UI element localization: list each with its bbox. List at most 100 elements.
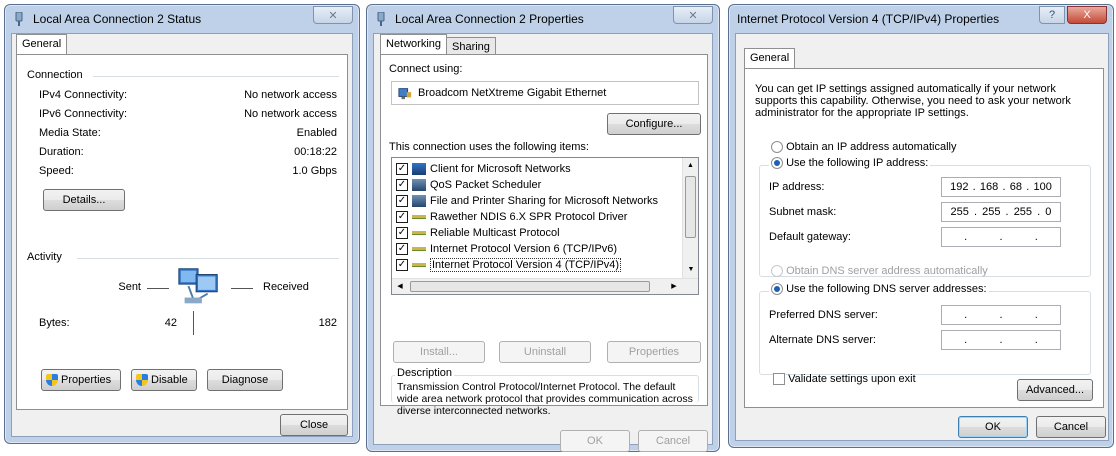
network-adapter-icon (398, 88, 412, 100)
status-client: General Connection IPv4 Connectivity: No… (11, 33, 353, 437)
list-item-selected[interactable]: ✓ Internet Protocol Version 4 (TCP/IPv4) (396, 257, 622, 273)
item-label: File and Printer Sharing for Microsoft N… (430, 195, 659, 207)
validate-label: Validate settings upon exit (788, 373, 916, 385)
list-item[interactable]: ✓ File and Printer Sharing for Microsoft … (396, 193, 658, 209)
tab-networking[interactable]: Networking (380, 34, 448, 54)
horizontal-scrollbar[interactable]: ◀ ▶ (392, 278, 698, 294)
scroll-down-icon[interactable]: ▼ (683, 262, 699, 278)
radio-button[interactable] (771, 265, 783, 278)
scroll-up-icon[interactable]: ▲ (683, 158, 698, 174)
checkbox[interactable] (773, 373, 785, 386)
scroll-thumb[interactable] (410, 281, 650, 292)
list-item[interactable]: ✓ Reliable Multicast Protocol (396, 225, 560, 241)
tab-general[interactable]: General (16, 34, 68, 54)
window-title: Internet Protocol Version 4 (TCP/IPv4) P… (737, 12, 1000, 26)
properties-titlebar[interactable]: Local Area Connection 2 Properties (367, 5, 719, 33)
checkbox[interactable]: ✓ (396, 243, 408, 255)
ip-address-field[interactable]: 192. 168. 68. 100 (941, 177, 1061, 197)
list-item[interactable]: ✓ Rawether NDIS 6.X SPR Protocol Driver (396, 209, 627, 225)
close-button[interactable]: Close (280, 414, 348, 436)
obtain-dns-auto-option[interactable]: Obtain DNS server address automatically (771, 265, 988, 278)
details-button[interactable]: Details... (43, 189, 125, 211)
gateway-label: Default gateway: (769, 231, 851, 243)
items-list[interactable]: ✓ Client for Microsoft Networks ✓ QoS Pack… (391, 157, 699, 295)
list-item[interactable]: ✓ Client for Microsoft Networks (396, 161, 571, 177)
sent-label: Sent (118, 281, 141, 293)
connection-divider (93, 76, 339, 77)
use-dns-label: Use the following DNS server addresses: (786, 283, 987, 295)
close-icon[interactable]: ✕ (313, 6, 353, 24)
media-state-label: Media State: (39, 127, 101, 139)
diagnose-button[interactable]: Diagnose (207, 369, 283, 391)
cancel-button[interactable]: Cancel (638, 430, 708, 452)
checkbox[interactable]: ✓ (396, 179, 408, 191)
install-button[interactable]: Install... (393, 341, 485, 363)
ok-button[interactable]: OK (560, 430, 630, 452)
status-titlebar[interactable]: Local Area Connection 2 Status (5, 5, 359, 33)
uninstall-button[interactable]: Uninstall (499, 341, 591, 363)
vertical-scrollbar[interactable]: ▲ ▼ (682, 158, 698, 278)
disable-button[interactable]: Disable (131, 369, 197, 391)
checkbox[interactable]: ✓ (396, 211, 408, 223)
properties-window: Local Area Connection 2 Properties ✕ Net… (366, 4, 720, 452)
checkbox[interactable]: ✓ (396, 163, 408, 175)
use-ip-option[interactable]: Use the following IP address: (769, 157, 931, 170)
alternate-dns-label: Alternate DNS server: (769, 334, 876, 346)
shield-icon (136, 374, 148, 386)
activity-heading: Activity (27, 251, 62, 263)
configure-button[interactable]: Configure... (607, 113, 701, 135)
ipv6-connectivity-label: IPv6 Connectivity: (39, 108, 128, 120)
use-dns-option[interactable]: Use the following DNS server addresses: (769, 283, 989, 296)
checkbox[interactable]: ✓ (396, 259, 408, 271)
bytes-received-value: 182 (318, 317, 337, 329)
ipv4-client: General You can get IP settings assigned… (735, 33, 1109, 441)
gateway-field[interactable]: ... (941, 227, 1061, 247)
advanced-button[interactable]: Advanced... (1017, 379, 1093, 401)
cancel-button[interactable]: Cancel (1036, 416, 1106, 438)
preferred-dns-field[interactable]: ... (941, 305, 1061, 325)
description-text: Transmission Control Protocol/Internet P… (397, 381, 693, 417)
radio-button[interactable] (771, 157, 783, 170)
obtain-ip-auto-label: Obtain an IP address automatically (786, 141, 957, 153)
obtain-ip-auto-option[interactable]: Obtain an IP address automatically (771, 141, 957, 154)
item-label: Rawether NDIS 6.X SPR Protocol Driver (430, 211, 628, 223)
tab-sharing[interactable]: Sharing (446, 37, 496, 54)
ok-button[interactable]: OK (958, 416, 1028, 438)
checkbox[interactable]: ✓ (396, 195, 408, 207)
item-label: Internet Protocol Version 4 (TCP/IPv4) (430, 258, 622, 272)
list-item[interactable]: ✓ Internet Protocol Version 6 (TCP/IPv6) (396, 241, 617, 257)
ipv6-connectivity-value: No network access (244, 108, 337, 120)
ip-octet: 192 (950, 181, 969, 193)
alternate-dns-field[interactable]: ... (941, 330, 1061, 350)
speed-value: 1.0 Gbps (292, 165, 337, 177)
duration-value: 00:18:22 (294, 146, 337, 158)
protocol-icon (412, 215, 426, 219)
help-icon[interactable]: ? (1039, 6, 1065, 24)
validate-option[interactable]: Validate settings upon exit (773, 373, 916, 386)
tab-general[interactable]: General (744, 48, 796, 68)
checkbox[interactable]: ✓ (396, 227, 408, 239)
received-line (231, 288, 253, 289)
adapter-field: Broadcom NetXtreme Gigabit Ethernet (391, 81, 699, 105)
radio-button[interactable] (771, 283, 783, 296)
radio-button[interactable] (771, 141, 783, 154)
description-heading: Description (395, 367, 455, 379)
media-state-value: Enabled (296, 127, 337, 139)
disable-label: Disable (151, 374, 188, 386)
scroll-left-icon[interactable]: ◀ (392, 279, 408, 295)
close-icon[interactable]: ✕ (673, 6, 713, 24)
scroll-right-icon[interactable]: ▶ (666, 279, 682, 295)
subnet-mask-field[interactable]: 255. 255. 255. 0 (941, 202, 1061, 222)
intro-text: You can get IP settings assigned automat… (755, 83, 1071, 119)
protocol-icon (412, 263, 426, 267)
list-item[interactable]: ✓ QoS Packet Scheduler (396, 177, 541, 193)
properties-button[interactable]: Properties (607, 341, 701, 363)
window-title: Local Area Connection 2 Properties (395, 12, 584, 26)
item-label: Client for Microsoft Networks (430, 163, 571, 175)
close-icon[interactable]: X (1067, 6, 1107, 24)
bytes-sent-value: 42 (164, 317, 177, 329)
status-properties-button[interactable]: Properties (41, 369, 121, 391)
use-ip-label: Use the following IP address: (786, 157, 929, 169)
scroll-thumb[interactable] (685, 176, 696, 238)
ip-address-label: IP address: (769, 181, 825, 193)
